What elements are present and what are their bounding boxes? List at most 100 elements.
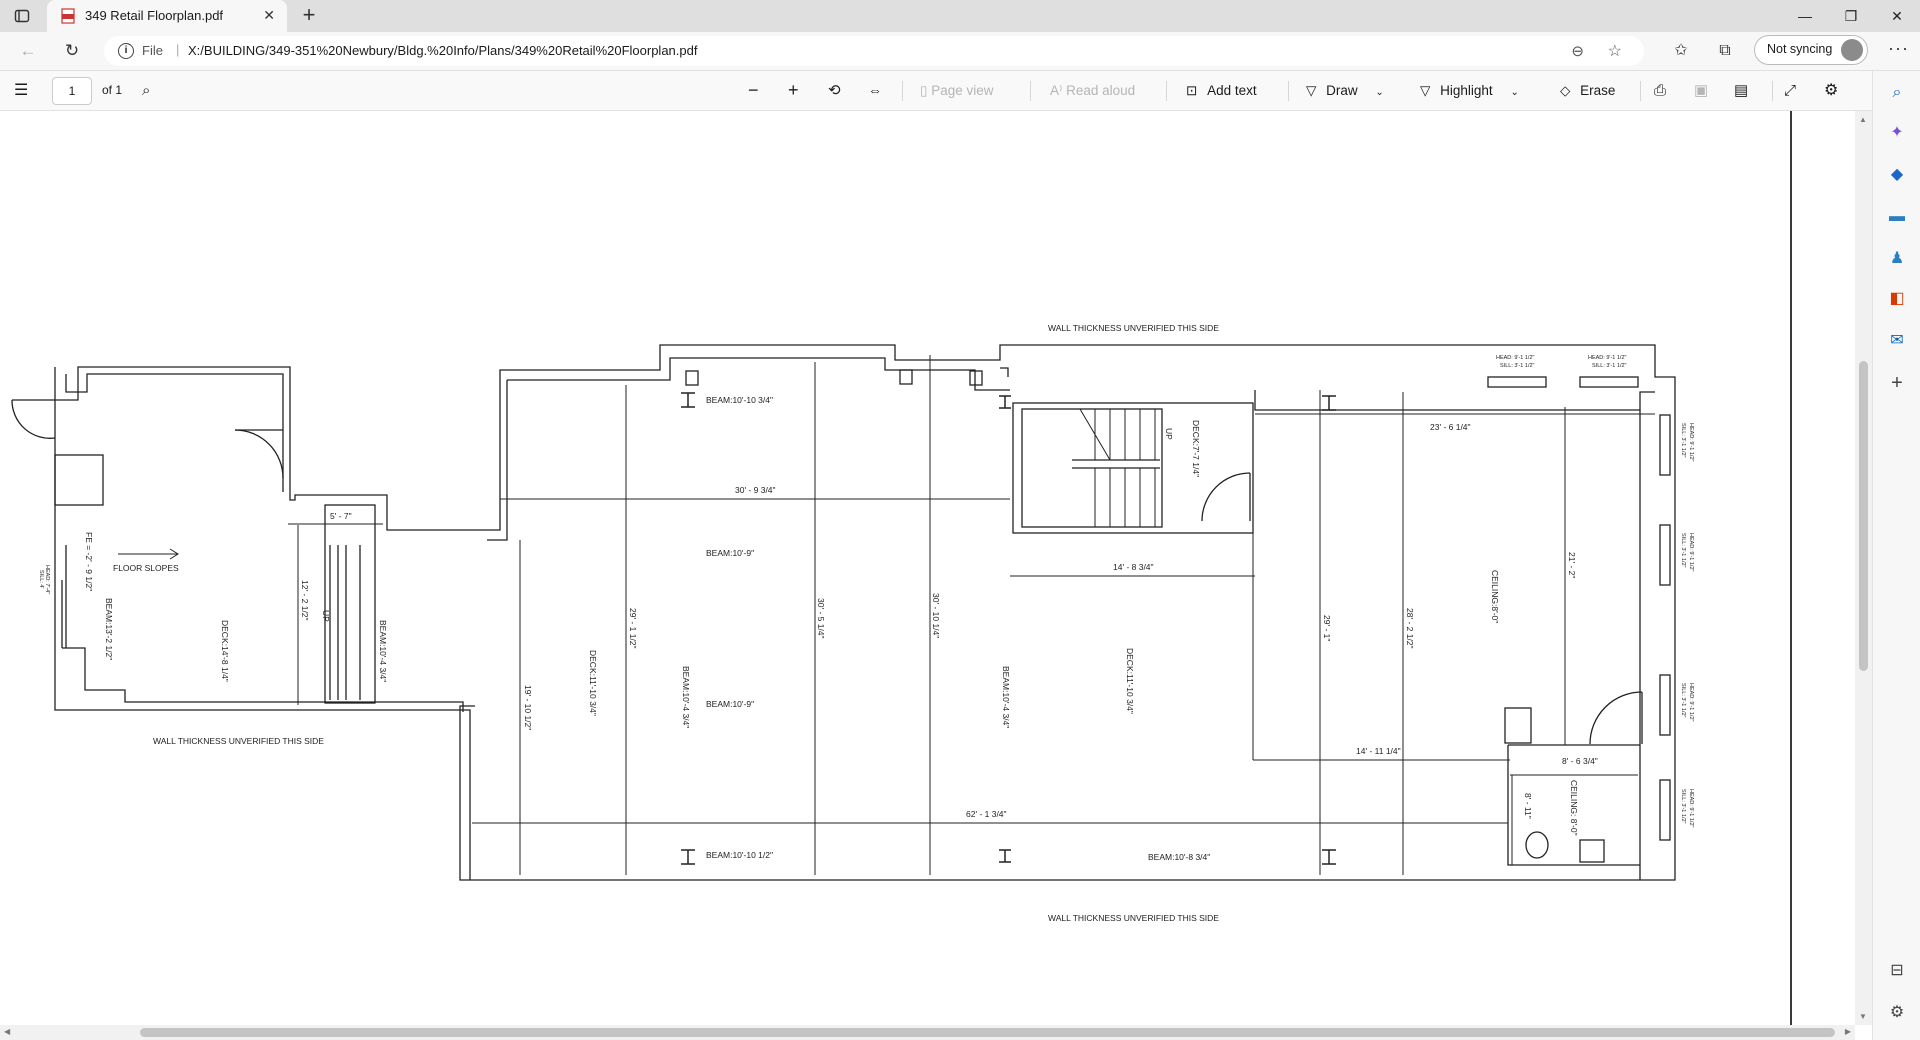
sync-button[interactable]: Not syncing [1754, 35, 1868, 65]
refresh-icon[interactable]: ↻ [60, 39, 84, 63]
zoom-out-button[interactable]: − [748, 71, 759, 110]
page-number-input[interactable]: 1 [52, 77, 92, 105]
chevron-down-icon[interactable]: ⌄ [1375, 87, 1383, 98]
vertical-label: BEAM:13'-2 1/2" [104, 598, 114, 660]
add-text-label: Add text [1207, 83, 1257, 98]
tab-actions-icon[interactable] [14, 8, 30, 24]
back-icon[interactable]: ← [16, 39, 40, 63]
page-view-button[interactable]: ▯ Page view [920, 71, 993, 110]
more-icon[interactable]: ··· [1888, 38, 1909, 59]
pdf-file-icon [61, 8, 75, 24]
vertical-label: 8' - 11" [1523, 793, 1533, 819]
wall-note-bottom: WALL THICKNESS UNVERIFIED THIS SIDE [1048, 913, 1219, 923]
window-head-label: HEAD: 9'-1 1/2" [1588, 355, 1627, 361]
vertical-label: DECK:14'-8 1/4" [220, 620, 230, 682]
erase-label: Erase [1580, 83, 1616, 98]
avatar [1841, 39, 1863, 61]
zoom-in-button[interactable]: + [788, 71, 799, 110]
zoom-out-icon[interactable]: ⊖ [1571, 42, 1584, 60]
page-view-label: Page view [931, 83, 994, 98]
scroll-left-icon[interactable]: ◀ [4, 1027, 10, 1036]
dimension-label: 23' - 6 1/4" [1430, 422, 1471, 432]
vertical-label: 12' - 2 1/2" [300, 580, 310, 621]
dimension-label: 8' - 6 3/4" [1562, 756, 1598, 766]
scroll-up-icon[interactable]: ▲ [1859, 115, 1867, 124]
address-bar: ← ↻ i File | X:/BUILDING/349-351%20Newbu… [0, 32, 1920, 71]
dimension-label: 30' - 9 3/4" [735, 485, 776, 495]
info-icon[interactable]: i [118, 43, 134, 59]
dimension-label: 14' - 11 1/4" [1356, 746, 1401, 756]
close-tab-icon[interactable]: ✕ [263, 7, 275, 24]
new-tab-button[interactable]: + [297, 4, 321, 28]
highlight-label: Highlight [1440, 83, 1493, 98]
window-head-label: HEAD: 9'-1 1/2" [1688, 533, 1694, 572]
vertical-label: 29' - 1 1/2" [628, 608, 638, 649]
sidebar-settings-icon[interactable]: ⚙ [1885, 1001, 1909, 1025]
dimension-label: 14' - 8 3/4" [1113, 562, 1154, 572]
beam-label: BEAM:10'-10 1/2" [706, 850, 773, 860]
window-sill-label: SILL: 3'-1 1/2" [1592, 363, 1627, 369]
vertical-label: 29' - 1" [1322, 615, 1332, 641]
horizontal-scrollbar[interactable]: ◀ ▶ [0, 1025, 1855, 1040]
chevron-down-icon[interactable]: ⌄ [1510, 87, 1518, 98]
window-sill-label: SILL: 3'-1 1/2" [1500, 363, 1535, 369]
fit-width-icon[interactable]: ⇔ [868, 71, 882, 110]
divider [1166, 81, 1167, 101]
minimize-button[interactable]: — [1782, 0, 1828, 32]
read-aloud-button[interactable]: A⁾ Read aloud [1050, 71, 1135, 110]
scroll-down-icon[interactable]: ▼ [1859, 1012, 1867, 1021]
outlook-icon[interactable]: ✉ [1885, 329, 1909, 353]
close-window-button[interactable]: ✕ [1874, 0, 1920, 32]
vertical-label: 28' - 2 1/2" [1405, 608, 1415, 649]
search-icon[interactable]: ⌕ [142, 71, 150, 110]
beam-label: BEAM:10'-9" [706, 548, 754, 558]
edge-sidebar: ⌕ ✦ ◆ ▬ ♟ ◧ ✉ + ⊟ ⚙ [1872, 71, 1920, 1040]
page-edge [1790, 111, 1792, 1025]
vertical-label: UP [1164, 428, 1174, 440]
tab-pdf[interactable]: 349 Retail Floorplan.pdf ✕ [47, 0, 287, 32]
copilot-icon[interactable]: ✦ [1885, 121, 1909, 145]
contents-icon[interactable]: ☰ [14, 71, 28, 110]
rotate-icon[interactable]: ⟲ [828, 71, 841, 110]
vertical-label: 30' - 10 1/4" [931, 593, 941, 638]
save-icon[interactable]: ▣ [1694, 71, 1708, 110]
url-field[interactable]: i File | X:/BUILDING/349-351%20Newbury/B… [104, 36, 1644, 66]
dimension-label: 62' - 1 3/4" [966, 809, 1007, 819]
office-icon[interactable]: ◧ [1885, 287, 1909, 311]
favorites-icon[interactable]: ✩ [1668, 39, 1694, 63]
shopping-icon[interactable]: ◆ [1885, 163, 1909, 187]
wall-note-left: WALL THICKNESS UNVERIFIED THIS SIDE [153, 736, 324, 746]
settings-icon[interactable]: ⚙ [1824, 71, 1838, 110]
vertical-scrollbar[interactable]: ▲ ▼ [1855, 111, 1872, 1025]
beam-label: BEAM:10'-8 3/4" [1148, 852, 1210, 862]
vertical-label: CEILING:8'-0" [1490, 570, 1500, 623]
scroll-thumb[interactable] [140, 1028, 1835, 1037]
hide-sidebar-icon[interactable]: ⊟ [1885, 959, 1909, 983]
search-icon[interactable]: ⌕ [1885, 81, 1909, 105]
save-as-icon[interactable]: ▤ [1734, 71, 1748, 110]
collections-icon[interactable]: ⧉ [1712, 39, 1738, 63]
window-head-label: HEAD: 9'-1 1/2" [1688, 789, 1694, 828]
print-icon[interactable]: ⎙ [1654, 71, 1666, 110]
add-favorite-icon[interactable]: ☆ [1608, 41, 1622, 61]
tools-icon[interactable]: ▬ [1885, 205, 1909, 229]
erase-button[interactable]: ◇ Erase [1560, 71, 1615, 110]
vertical-label: UP [321, 610, 331, 622]
tab-title: 349 Retail Floorplan.pdf [85, 8, 224, 23]
games-icon[interactable]: ♟ [1885, 247, 1909, 271]
fullscreen-icon[interactable]: ⤢ [1784, 71, 1796, 110]
read-aloud-label: Read aloud [1066, 83, 1136, 98]
divider [1772, 81, 1773, 101]
scroll-right-icon[interactable]: ▶ [1845, 1027, 1851, 1036]
highlight-button[interactable]: ▽ Highlight ⌄ [1420, 71, 1519, 110]
add-icon[interactable]: + [1885, 371, 1909, 395]
beam-label: BEAM:10'-9" [706, 699, 754, 709]
scroll-thumb[interactable] [1859, 361, 1868, 671]
vertical-label: DECK:11'-10 3/4" [1125, 648, 1135, 714]
vertical-label: 21' - 2" [1567, 552, 1577, 578]
vertical-label: DECK:11'-10 3/4" [588, 650, 598, 716]
draw-button[interactable]: ▽ Draw ⌄ [1306, 71, 1384, 110]
vertical-label: BEAM:10'-4 3/4" [378, 620, 388, 682]
add-text-button[interactable]: ⊡ Add text [1186, 71, 1257, 110]
restore-button[interactable]: ❐ [1828, 0, 1874, 32]
